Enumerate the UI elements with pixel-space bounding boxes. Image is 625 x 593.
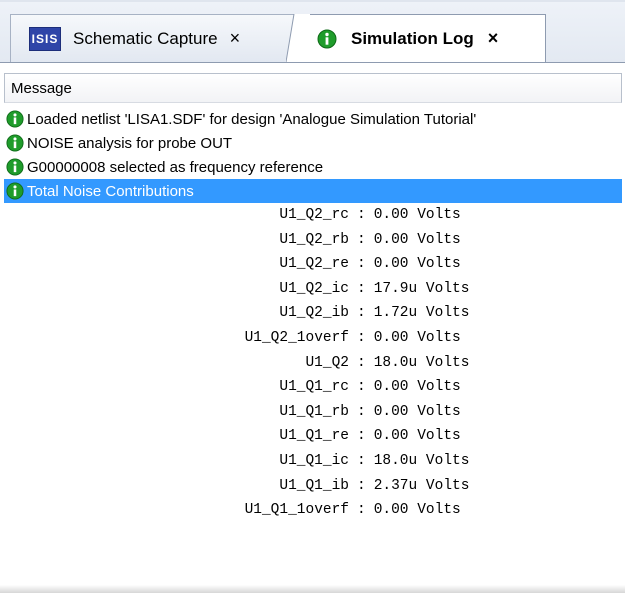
contribution-name: U1_Q1_ic	[279, 452, 349, 469]
column-header-message[interactable]: Message	[4, 73, 622, 103]
noise-contribution-line[interactable]: U1_Q1_re:0.00 Volts	[4, 424, 622, 449]
noise-contribution-line[interactable]: U1_Q2_ib:1.72u Volts	[4, 301, 622, 326]
contribution-separator: :	[357, 329, 366, 346]
contribution-name: U1_Q1_ib	[279, 477, 349, 494]
noise-contribution-line[interactable]: U1_Q2_re:0.00 Volts	[4, 252, 622, 277]
log-message: NOISE analysis for probe OUT	[27, 134, 233, 152]
log-row-selected[interactable]: Total Noise Contributions	[4, 179, 622, 203]
contribution-separator: :	[357, 477, 366, 494]
contribution-value: 0.00 Volts	[373, 207, 461, 223]
noise-contribution-line[interactable]: U1_Q2_rc:0.00 Volts	[4, 203, 622, 228]
tab-strip-border	[0, 0, 625, 2]
contribution-value: 0.00 Volts	[373, 256, 461, 273]
noise-contribution-line[interactable]: U1_Q2_ic:17.9u Volts	[4, 277, 622, 302]
isis-logo-icon: ISIS	[29, 26, 61, 51]
contribution-value: 0.00 Volts	[373, 428, 461, 445]
contribution-name: U1_Q2_ic	[279, 280, 349, 297]
contribution-separator: :	[357, 305, 366, 322]
contribution-separator: :	[357, 502, 366, 519]
contribution-value: 17.9u Volts	[373, 280, 470, 297]
contribution-name: U1_Q2	[305, 354, 349, 371]
contribution-name: U1_Q1_1overf	[244, 502, 349, 519]
log-row[interactable]: NOISE analysis for probe OUT	[4, 131, 622, 155]
noise-contribution-line[interactable]: U1_Q2_rb:0.00 Volts	[4, 228, 622, 253]
contribution-value: 1.72u Volts	[373, 305, 470, 322]
contribution-name: U1_Q2_re	[279, 256, 349, 273]
contribution-value: 0.00 Volts	[373, 379, 461, 396]
contribution-value: 2.37u Volts	[373, 477, 470, 494]
log-message: Loaded netlist 'LISA1.SDF' for design 'A…	[27, 110, 477, 128]
log-list: Loaded netlist 'LISA1.SDF' for design 'A…	[4, 107, 622, 523]
noise-contribution-line[interactable]: U1_Q1_1overf:0.00 Volts	[4, 498, 622, 523]
contribution-name: U1_Q2_1overf	[244, 329, 349, 346]
contribution-separator: :	[357, 452, 366, 469]
info-icon	[6, 134, 24, 152]
contribution-separator: :	[357, 231, 366, 248]
simulation-log-panel: Message Loaded netlist 'LISA1.SDF' for d…	[0, 62, 625, 593]
contribution-name: U1_Q2_rb	[279, 231, 349, 248]
contribution-separator: :	[357, 428, 366, 445]
contribution-value: 18.0u Volts	[373, 354, 470, 371]
log-row[interactable]: G00000008 selected as frequency referenc…	[4, 155, 622, 179]
close-icon[interactable]: ×	[230, 28, 241, 49]
contribution-value: 0.00 Volts	[373, 502, 461, 519]
contribution-value: 0.00 Volts	[373, 231, 461, 248]
contribution-name: U1_Q2_ib	[279, 305, 349, 322]
tab-divider	[286, 14, 310, 62]
noise-contribution-line[interactable]: U1_Q1_ib:2.37u Volts	[4, 474, 622, 499]
noise-contribution-line[interactable]: U1_Q1_rb:0.00 Volts	[4, 400, 622, 425]
noise-contribution-line[interactable]: U1_Q1_ic:18.0u Volts	[4, 449, 622, 474]
noise-contribution-line[interactable]: U1_Q1_rc:0.00 Volts	[4, 375, 622, 400]
tab-schematic-capture[interactable]: ISIS Schematic Capture ×	[10, 14, 301, 62]
tab-strip: ISIS Schematic Capture × Simulation Log …	[0, 0, 625, 62]
tab-schematic-label: Schematic Capture	[73, 28, 218, 48]
info-icon	[6, 158, 24, 176]
contribution-separator: :	[357, 256, 366, 273]
tab-simulation-log-label: Simulation Log	[351, 28, 474, 48]
contribution-separator: :	[357, 280, 366, 297]
info-icon	[6, 182, 24, 200]
noise-contribution-line[interactable]: U1_Q2:18.0u Volts	[4, 351, 622, 376]
info-icon	[6, 110, 24, 128]
log-message: Total Noise Contributions	[27, 182, 194, 200]
contribution-value: 18.0u Volts	[373, 452, 470, 469]
contribution-name: U1_Q2_rc	[279, 207, 349, 223]
noise-contributions: U1_Q2_rc:0.00 Volts U1_Q2_rb:0.00 Volts U1…	[4, 203, 622, 523]
log-row[interactable]: Loaded netlist 'LISA1.SDF' for design 'A…	[4, 107, 622, 131]
contribution-value: 0.00 Volts	[373, 403, 461, 420]
noise-contribution-line[interactable]: U1_Q2_1overf:0.00 Volts	[4, 326, 622, 351]
contribution-separator: :	[357, 354, 366, 371]
contribution-separator: :	[357, 207, 366, 223]
contribution-name: U1_Q1_rc	[279, 379, 349, 396]
contribution-name: U1_Q1_rb	[279, 403, 349, 420]
tab-simulation-log[interactable]: Simulation Log ×	[294, 14, 546, 62]
close-icon[interactable]: ×	[488, 28, 499, 49]
contribution-name: U1_Q1_re	[279, 428, 349, 445]
contribution-value: 0.00 Volts	[373, 329, 461, 346]
contribution-separator: :	[357, 379, 366, 396]
info-icon	[317, 29, 337, 48]
contribution-separator: :	[357, 403, 366, 420]
log-message: G00000008 selected as frequency referenc…	[27, 158, 324, 176]
